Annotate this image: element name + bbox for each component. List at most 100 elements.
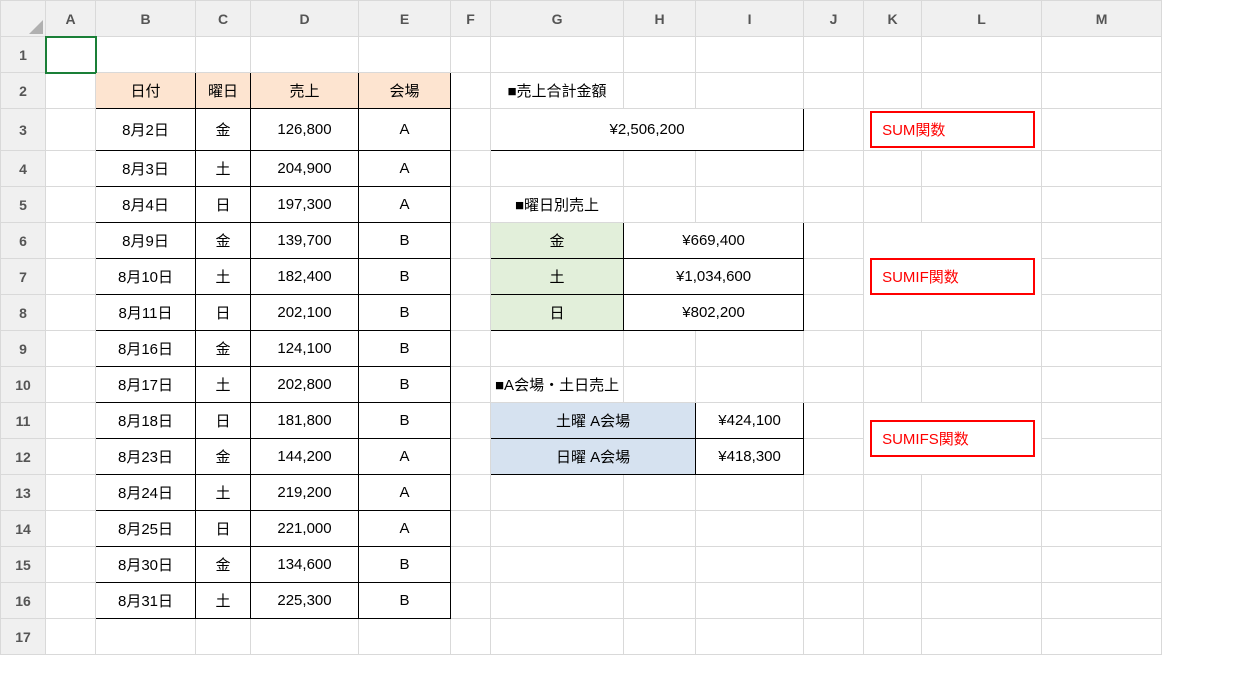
cell-D3[interactable]: 126,800 xyxy=(251,109,359,151)
cell-A16[interactable] xyxy=(46,583,96,619)
cell-K9[interactable] xyxy=(864,331,922,367)
cell-D7[interactable]: 182,400 xyxy=(251,259,359,295)
spreadsheet-grid[interactable]: ABCDEFGHIJKLM12日付曜日売上会場■売上合計金額38月2日金126,… xyxy=(0,0,1162,655)
cell-F6[interactable] xyxy=(451,223,491,259)
row-header-7[interactable]: 7 xyxy=(1,259,46,295)
cell-F2[interactable] xyxy=(451,73,491,109)
cell-K13[interactable] xyxy=(864,475,922,511)
cell-L9[interactable] xyxy=(922,331,1042,367)
cell-E4[interactable]: A xyxy=(359,151,451,187)
cell-H2[interactable] xyxy=(624,73,696,109)
cell-F4[interactable] xyxy=(451,151,491,187)
cell-D17[interactable] xyxy=(251,619,359,655)
cell-D5[interactable]: 197,300 xyxy=(251,187,359,223)
cell-J9[interactable] xyxy=(804,331,864,367)
cell-B6[interactable]: 8月9日 xyxy=(96,223,196,259)
cell-K16[interactable] xyxy=(864,583,922,619)
cell-L2[interactable] xyxy=(922,73,1042,109)
cell-A13[interactable] xyxy=(46,475,96,511)
cell-D16[interactable]: 225,300 xyxy=(251,583,359,619)
cell-E2[interactable]: 会場 xyxy=(359,73,451,109)
cell-C6[interactable]: 金 xyxy=(196,223,251,259)
cell-E12[interactable]: A xyxy=(359,439,451,475)
row-header-15[interactable]: 15 xyxy=(1,547,46,583)
row-header-3[interactable]: 3 xyxy=(1,109,46,151)
cell-G9[interactable] xyxy=(491,331,624,367)
cell-E16[interactable]: B xyxy=(359,583,451,619)
cell-B9[interactable]: 8月16日 xyxy=(96,331,196,367)
cell-G5[interactable]: ■曜日別売上 xyxy=(491,187,624,223)
cell-J8[interactable] xyxy=(804,295,864,331)
cell-A9[interactable] xyxy=(46,331,96,367)
cell-M17[interactable] xyxy=(1042,619,1162,655)
cell-A17[interactable] xyxy=(46,619,96,655)
row-header-5[interactable]: 5 xyxy=(1,187,46,223)
cell-H5[interactable] xyxy=(624,187,696,223)
cell-H1[interactable] xyxy=(624,37,696,73)
cell-G17[interactable] xyxy=(491,619,624,655)
cell-C5[interactable]: 日 xyxy=(196,187,251,223)
cell-B1[interactable] xyxy=(96,37,196,73)
cell-M4[interactable] xyxy=(1042,151,1162,187)
row-header-2[interactable]: 2 xyxy=(1,73,46,109)
cell-L16[interactable] xyxy=(922,583,1042,619)
row-header-16[interactable]: 16 xyxy=(1,583,46,619)
cell-K1[interactable] xyxy=(864,37,922,73)
cell-F10[interactable] xyxy=(451,367,491,403)
cell-A7[interactable] xyxy=(46,259,96,295)
row-header-4[interactable]: 4 xyxy=(1,151,46,187)
cell-I5[interactable] xyxy=(696,187,804,223)
column-header-I[interactable]: I xyxy=(696,1,804,37)
cell-G11[interactable]: 土曜 A会場 xyxy=(491,403,696,439)
cell-F14[interactable] xyxy=(451,511,491,547)
cell-G13[interactable] xyxy=(491,475,624,511)
cell-K15[interactable] xyxy=(864,547,922,583)
cell-M2[interactable] xyxy=(1042,73,1162,109)
select-all-corner[interactable] xyxy=(1,1,46,37)
cell-I10[interactable] xyxy=(696,367,804,403)
cell-C17[interactable] xyxy=(196,619,251,655)
cell-B17[interactable] xyxy=(96,619,196,655)
cell-B5[interactable]: 8月4日 xyxy=(96,187,196,223)
cell-L15[interactable] xyxy=(922,547,1042,583)
cell-C16[interactable]: 土 xyxy=(196,583,251,619)
cell-F11[interactable] xyxy=(451,403,491,439)
cell-M16[interactable] xyxy=(1042,583,1162,619)
column-header-G[interactable]: G xyxy=(491,1,624,37)
cell-J16[interactable] xyxy=(804,583,864,619)
cell-B3[interactable]: 8月2日 xyxy=(96,109,196,151)
row-header-8[interactable]: 8 xyxy=(1,295,46,331)
cell-K10[interactable] xyxy=(864,367,922,403)
cell-M11[interactable] xyxy=(1042,403,1162,439)
cell-F15[interactable] xyxy=(451,547,491,583)
cell-D2[interactable]: 売上 xyxy=(251,73,359,109)
cell-C8[interactable]: 日 xyxy=(196,295,251,331)
column-header-L[interactable]: L xyxy=(922,1,1042,37)
cell-G12[interactable]: 日曜 A会場 xyxy=(491,439,696,475)
cell-L4[interactable] xyxy=(922,151,1042,187)
column-header-K[interactable]: K xyxy=(864,1,922,37)
cell-G7[interactable]: 土 xyxy=(491,259,624,295)
cell-F1[interactable] xyxy=(451,37,491,73)
cell-G2[interactable]: ■売上合計金額 xyxy=(491,73,624,109)
column-header-A[interactable]: A xyxy=(46,1,96,37)
cell-D15[interactable]: 134,600 xyxy=(251,547,359,583)
cell-G8[interactable]: 日 xyxy=(491,295,624,331)
cell-J11[interactable] xyxy=(804,403,864,439)
cell-D8[interactable]: 202,100 xyxy=(251,295,359,331)
row-header-10[interactable]: 10 xyxy=(1,367,46,403)
cell-F5[interactable] xyxy=(451,187,491,223)
cell-F3[interactable] xyxy=(451,109,491,151)
cell-D11[interactable]: 181,800 xyxy=(251,403,359,439)
cell-G14[interactable] xyxy=(491,511,624,547)
cell-I16[interactable] xyxy=(696,583,804,619)
cell-E7[interactable]: B xyxy=(359,259,451,295)
cell-E5[interactable]: A xyxy=(359,187,451,223)
cell-A4[interactable] xyxy=(46,151,96,187)
cell-J10[interactable] xyxy=(804,367,864,403)
cell-C15[interactable]: 金 xyxy=(196,547,251,583)
cell-M13[interactable] xyxy=(1042,475,1162,511)
cell-K14[interactable] xyxy=(864,511,922,547)
cell-D13[interactable]: 219,200 xyxy=(251,475,359,511)
cell-I9[interactable] xyxy=(696,331,804,367)
